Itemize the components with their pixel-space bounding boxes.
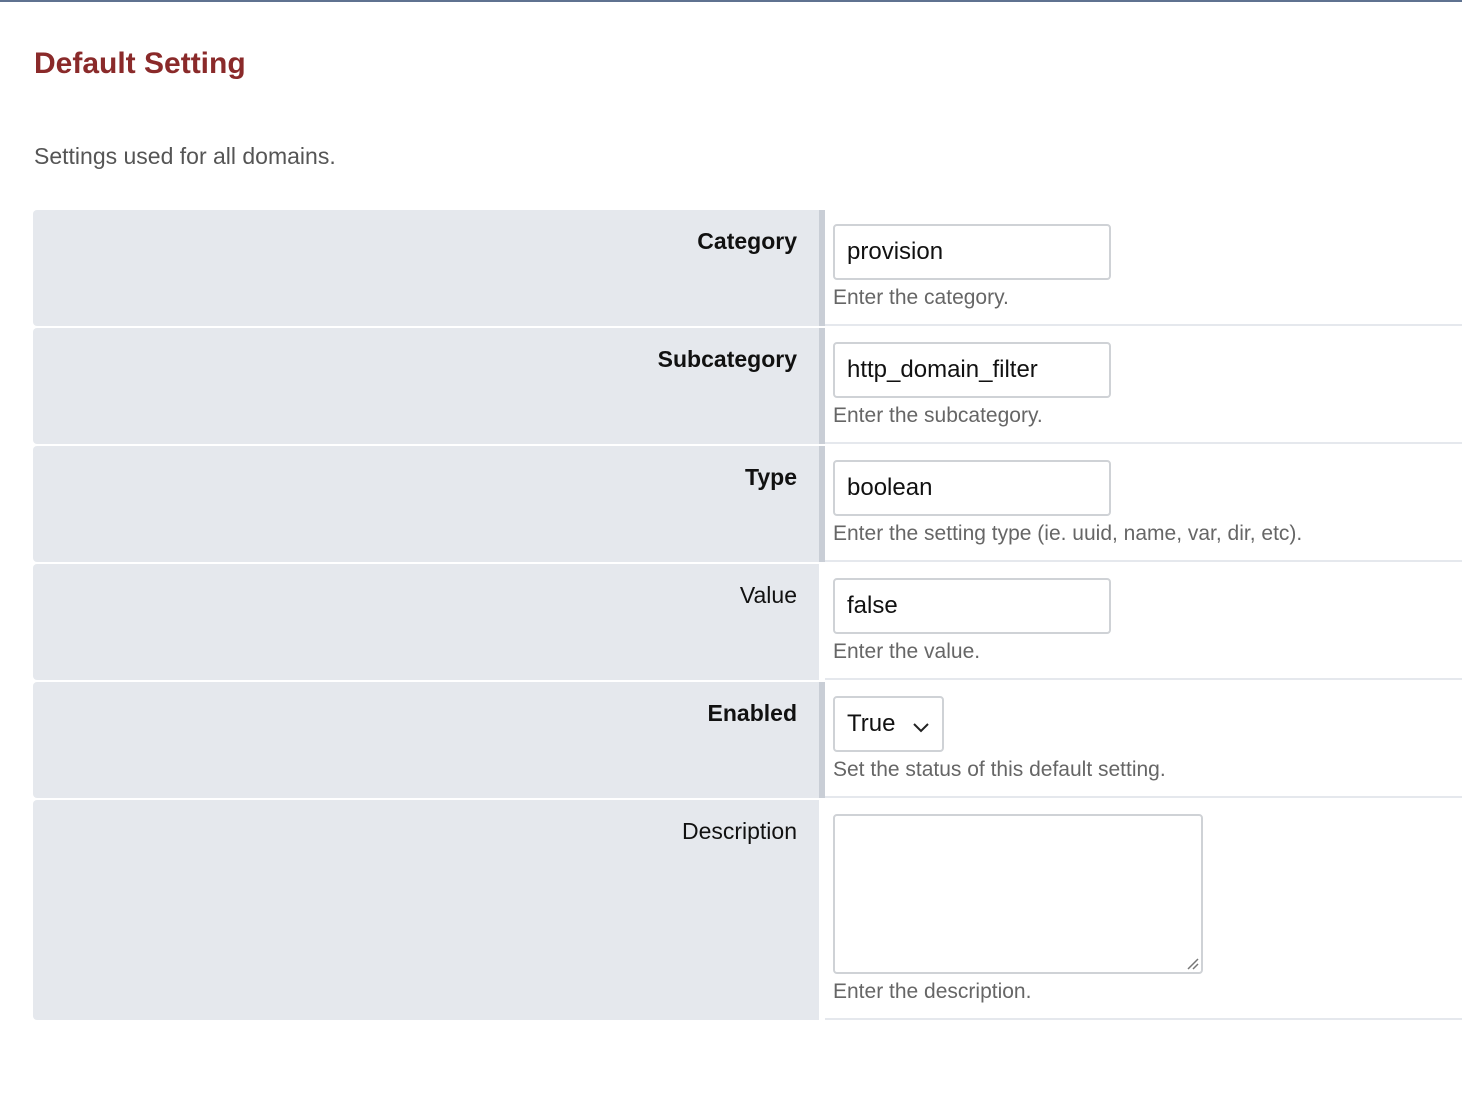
top-divider xyxy=(0,0,1462,2)
value-row: Value Enter the value. xyxy=(33,564,1462,680)
type-help: Enter the setting type (ie. uuid, name, … xyxy=(833,522,1303,545)
value-label: Value xyxy=(33,564,819,680)
category-row: Category Enter the category. xyxy=(33,210,1462,326)
resize-grip-icon[interactable] xyxy=(1185,956,1199,970)
description-textarea-wrap xyxy=(833,814,1203,974)
subcategory-help: Enter the subcategory. xyxy=(833,404,1043,427)
subcategory-label: Subcategory xyxy=(33,328,825,444)
category-help: Enter the category. xyxy=(833,286,1009,309)
category-input[interactable] xyxy=(833,224,1111,280)
enabled-label: Enabled xyxy=(33,682,825,798)
subcategory-input[interactable] xyxy=(833,342,1111,398)
subcategory-row: Subcategory Enter the subcategory. xyxy=(33,328,1462,444)
enabled-select-value: True xyxy=(847,710,896,737)
description-help: Enter the description. xyxy=(833,980,1032,1003)
subcategory-field-cell: Enter the subcategory. xyxy=(825,328,1462,444)
enabled-select[interactable]: True xyxy=(833,696,944,752)
page-description: Settings used for all domains. xyxy=(34,143,336,169)
category-label: Category xyxy=(33,210,825,326)
type-input[interactable] xyxy=(833,460,1111,516)
description-field-cell: Enter the description. xyxy=(825,800,1462,1020)
description-row: Description Enter the description. xyxy=(33,800,1462,1020)
page-title: Default Setting xyxy=(34,47,246,80)
type-field-cell: Enter the setting type (ie. uuid, name, … xyxy=(825,446,1462,562)
value-input[interactable] xyxy=(833,578,1111,634)
default-setting-form: Category Enter the category. Subcategory… xyxy=(33,210,1462,1022)
value-field-cell: Enter the value. xyxy=(825,564,1462,680)
category-field-cell: Enter the category. xyxy=(825,210,1462,326)
type-label: Type xyxy=(33,446,825,562)
type-row: Type Enter the setting type (ie. uuid, n… xyxy=(33,446,1462,562)
page: Default Setting Settings used for all do… xyxy=(0,0,1462,1102)
description-textarea[interactable] xyxy=(833,814,1203,974)
description-label: Description xyxy=(33,800,819,1020)
value-help: Enter the value. xyxy=(833,640,981,663)
enabled-field-cell: True Set the status of this default sett… xyxy=(825,682,1462,798)
enabled-help: Set the status of this default setting. xyxy=(833,758,1166,781)
chevron-down-icon xyxy=(912,715,930,733)
enabled-row: Enabled True Set the status of this defa… xyxy=(33,682,1462,798)
